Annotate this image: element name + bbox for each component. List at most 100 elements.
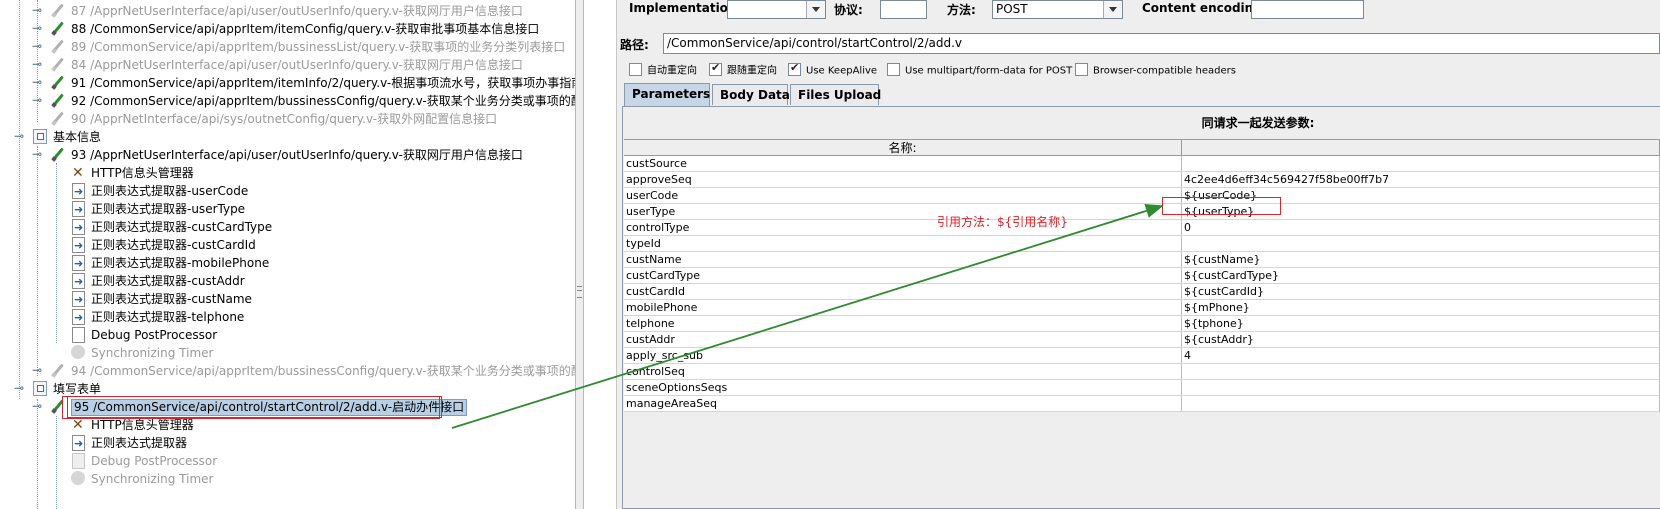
- param-value-cell[interactable]: [1182, 364, 1660, 380]
- checkbox-box[interactable]: [629, 63, 642, 76]
- method-select[interactable]: POST: [992, 0, 1123, 19]
- param-name-cell[interactable]: userCode: [624, 188, 1182, 204]
- expand-toggle-icon[interactable]: [32, 1, 42, 19]
- table-row[interactable]: custCardType ${custCardType}: [624, 268, 1660, 284]
- tree-node-sampler-84[interactable]: 84 /ApprNetUserInterface/api/user/outUse…: [0, 55, 575, 74]
- param-name-cell[interactable]: manageAreaSeq: [624, 396, 1182, 412]
- tree-node-sampler-94[interactable]: 94 /CommonService/api/apprItem/bussiness…: [0, 361, 575, 380]
- chevron-down-icon[interactable]: [1103, 1, 1122, 18]
- tree-node-regex-extractor[interactable]: 正则表达式提取器-userType: [0, 200, 575, 219]
- param-value-cell[interactable]: ${custName}: [1182, 252, 1660, 268]
- expand-toggle-icon[interactable]: [32, 91, 42, 109]
- tree-node-regex-extractor[interactable]: 正则表达式提取器-custCardType: [0, 218, 575, 237]
- checkbox-follow-redirect[interactable]: 跟随重定向: [709, 61, 777, 78]
- param-name-cell[interactable]: custAddr: [624, 332, 1182, 348]
- path-field[interactable]: /CommonService/api/control/startControl/…: [663, 33, 1660, 54]
- checkmark-icon[interactable]: [709, 61, 722, 76]
- tree-node-regex-extractor[interactable]: 正则表达式提取器-telphone: [0, 308, 575, 327]
- param-value-cell[interactable]: ${mPhone}: [1182, 300, 1660, 316]
- table-row[interactable]: sceneOptionsSeqs: [624, 380, 1660, 396]
- tree-node-header-manager[interactable]: HTTP信息头管理器: [0, 164, 575, 182]
- tree-node-debug-postprocessor[interactable]: Debug PostProcessor: [0, 326, 575, 344]
- tree-node-regex-extractor[interactable]: 正则表达式提取器-custCardId: [0, 236, 575, 255]
- param-name-cell[interactable]: custSource: [624, 156, 1182, 172]
- table-row[interactable]: manageAreaSeq: [624, 396, 1660, 412]
- param-value-cell[interactable]: ${custCardType}: [1182, 268, 1660, 284]
- tab-files-upload[interactable]: Files Upload: [790, 84, 881, 105]
- param-value-cell[interactable]: [1182, 396, 1660, 412]
- tree-node-regex-extractor[interactable]: 正则表达式提取器-custName: [0, 290, 575, 309]
- tree-node-sampler-93[interactable]: 93 /ApprNetUserInterface/api/user/outUse…: [0, 145, 575, 164]
- collapse-toggle-icon[interactable]: [14, 379, 24, 397]
- checkbox-multipart[interactable]: Use multipart/form-data for POST: [887, 63, 1072, 78]
- collapse-toggle-icon[interactable]: [14, 127, 24, 145]
- param-name-cell[interactable]: custCardType: [624, 268, 1182, 284]
- implementation-select[interactable]: [727, 0, 826, 19]
- param-name-cell[interactable]: telphone: [624, 316, 1182, 332]
- protocol-field[interactable]: [880, 0, 927, 19]
- table-row[interactable]: custName ${custName}: [624, 252, 1660, 268]
- table-row[interactable]: telphone ${tphone}: [624, 316, 1660, 332]
- table-row[interactable]: custAddr ${custAddr}: [624, 332, 1660, 348]
- expand-toggle-icon[interactable]: [32, 73, 42, 91]
- tree-node-sync-timer[interactable]: Synchronizing Timer: [0, 470, 575, 488]
- param-value-cell[interactable]: ${tphone}: [1182, 316, 1660, 332]
- tree-node-regex-extractor[interactable]: 正则表达式提取器-userCode: [0, 182, 575, 201]
- table-row[interactable]: custCardId ${custCardId}: [624, 284, 1660, 300]
- tree-node-regex-extractor[interactable]: 正则表达式提取器-custAddr: [0, 272, 575, 291]
- param-value-cell[interactable]: [1182, 380, 1660, 396]
- table-row[interactable]: userCode ${userCode}: [624, 188, 1660, 204]
- param-name-cell[interactable]: userType: [624, 204, 1182, 220]
- column-header-name[interactable]: 名称:: [624, 140, 1182, 156]
- table-row[interactable]: controlSeq: [624, 364, 1660, 380]
- expand-toggle-icon[interactable]: [32, 361, 42, 379]
- param-name-cell[interactable]: controlSeq: [624, 364, 1182, 380]
- tree-node-sampler-87[interactable]: 87 /ApprNetUserInterface/api/user/outUse…: [0, 1, 575, 20]
- checkbox-browser-compatible[interactable]: Browser-compatible headers: [1075, 63, 1236, 78]
- tab-parameters[interactable]: Parameters: [624, 83, 710, 106]
- table-row[interactable]: userType ${userType}: [624, 204, 1660, 220]
- tree-node-controller-basic-info[interactable]: 基本信息: [0, 127, 575, 146]
- tree-node-debug-postprocessor[interactable]: Debug PostProcessor: [0, 452, 575, 470]
- pane-splitter[interactable]: [575, 0, 584, 509]
- param-name-cell[interactable]: controlType: [624, 220, 1182, 236]
- expand-toggle-icon[interactable]: [32, 55, 42, 73]
- chevron-down-icon[interactable]: [806, 1, 825, 18]
- tab-body-data[interactable]: Body Data: [712, 84, 790, 105]
- checkbox-auto-redirect[interactable]: 自动重定向: [629, 63, 697, 78]
- param-name-cell[interactable]: apply_src_sub: [624, 348, 1182, 364]
- param-name-cell[interactable]: mobilePhone: [624, 300, 1182, 316]
- tree-node-sampler-90[interactable]: 90 /ApprNetInterface/api/sys/outnetConfi…: [0, 110, 575, 128]
- tree-node-regex-extractor[interactable]: 正则表达式提取器-mobilePhone: [0, 254, 575, 273]
- tree-node-sampler-92[interactable]: 92 /CommonService/api/apprItem/bussiness…: [0, 91, 575, 110]
- param-name-cell[interactable]: custName: [624, 252, 1182, 268]
- column-header-value[interactable]: 值: [1182, 140, 1660, 156]
- param-value-cell[interactable]: ${custCardId}: [1182, 284, 1660, 300]
- table-row[interactable]: custSource: [624, 156, 1660, 172]
- tree-node-sampler-91[interactable]: 91 /CommonService/api/apprItem/itemInfo/…: [0, 73, 575, 92]
- tree-node-regex-extractor[interactable]: 正则表达式提取器: [0, 434, 575, 453]
- param-value-cell[interactable]: 4c2ee4d6eff34c569427f58be00ff7b7: [1182, 172, 1660, 188]
- table-row[interactable]: controlType 0: [624, 220, 1660, 236]
- param-value-cell[interactable]: 0: [1182, 220, 1660, 236]
- checkbox-box[interactable]: [887, 63, 900, 76]
- collapse-toggle-icon[interactable]: [32, 145, 42, 163]
- param-value-cell[interactable]: [1182, 236, 1660, 252]
- expand-toggle-icon[interactable]: [32, 19, 42, 37]
- tree-node-sampler-88[interactable]: 88 /CommonService/api/apprItem/itemConfi…: [0, 19, 575, 38]
- checkmark-icon[interactable]: [788, 61, 801, 76]
- collapse-toggle-icon[interactable]: [32, 397, 42, 415]
- splitter-grip-icon[interactable]: [577, 286, 582, 298]
- param-name-cell[interactable]: custCardId: [624, 284, 1182, 300]
- table-row[interactable]: apply_src_sub 4: [624, 348, 1660, 364]
- param-name-cell[interactable]: typeId: [624, 236, 1182, 252]
- param-value-cell[interactable]: [1182, 156, 1660, 172]
- content-encoding-field[interactable]: [1251, 0, 1364, 19]
- checkbox-use-keepalive[interactable]: Use KeepAlive: [788, 61, 877, 78]
- expand-toggle-icon[interactable]: [32, 37, 42, 55]
- tree-node-sampler-89[interactable]: 89 /CommonService/api/apprItem/bussiness…: [0, 37, 575, 56]
- param-value-cell[interactable]: 4: [1182, 348, 1660, 364]
- table-row[interactable]: approveSeq 4c2ee4d6eff34c569427f58be00ff7…: [624, 172, 1660, 188]
- table-row[interactable]: typeId: [624, 236, 1660, 252]
- tree-node-sync-timer[interactable]: Synchronizing Timer: [0, 344, 575, 362]
